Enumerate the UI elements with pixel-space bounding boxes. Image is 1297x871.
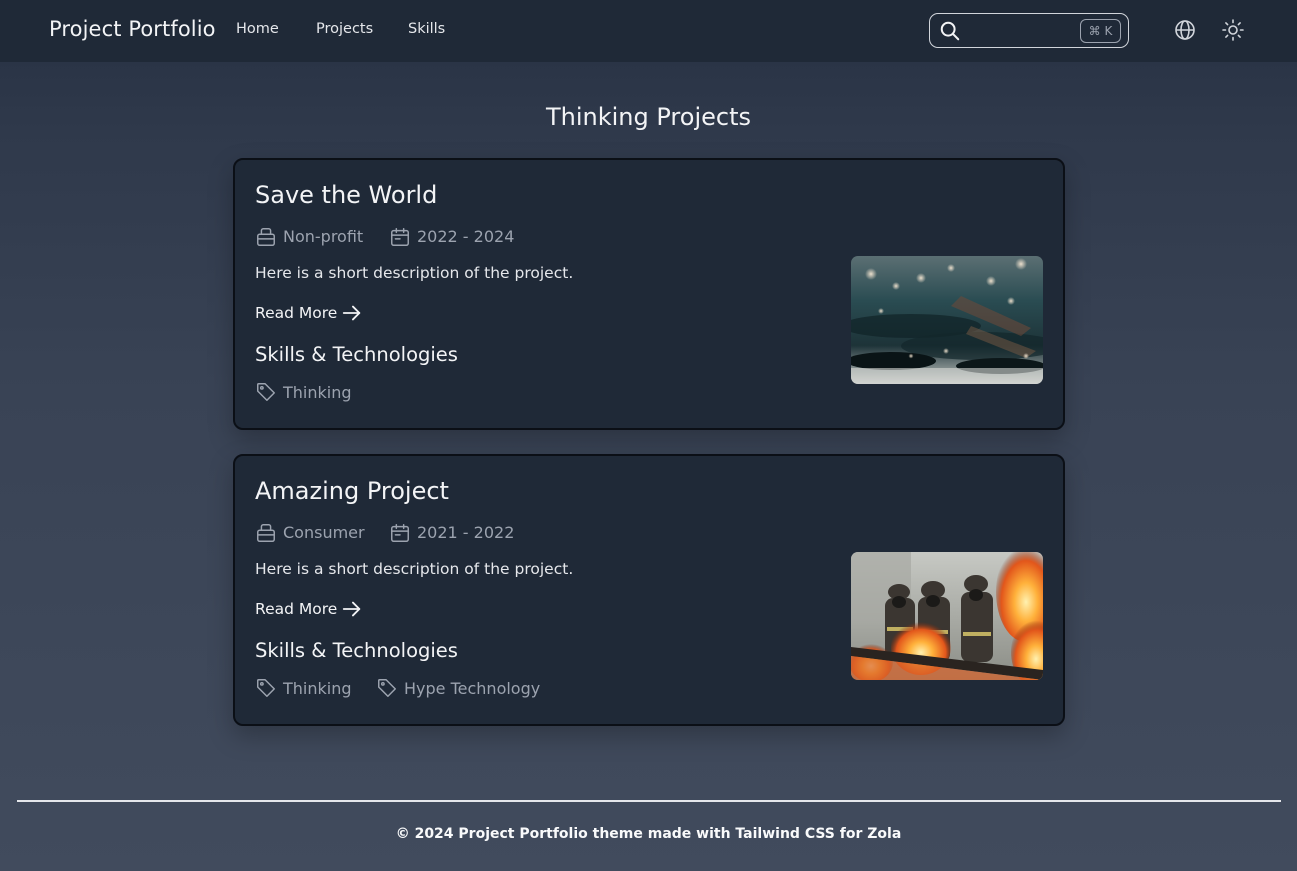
- sun-icon[interactable]: [1221, 18, 1245, 42]
- tag-label: Thinking: [283, 383, 352, 402]
- read-more-label: Read More: [255, 600, 338, 618]
- search-input[interactable]: ⌘ K: [929, 13, 1129, 48]
- brand-link[interactable]: Project Portfolio: [49, 17, 216, 41]
- project-title[interactable]: Amazing Project: [255, 477, 449, 505]
- briefcase-icon: [257, 228, 275, 246]
- tag-label: Hype Technology: [404, 679, 541, 698]
- skills-heading: Skills & Technologies: [255, 343, 458, 366]
- globe-icon[interactable]: [1173, 18, 1197, 42]
- project-card: Amazing Project Consumer 2021 - 2022 Her…: [233, 454, 1065, 726]
- project-image[interactable]: [851, 256, 1043, 384]
- category-label: Consumer: [283, 523, 365, 542]
- footer-divider: [17, 800, 1281, 802]
- nav-projects[interactable]: Projects: [316, 21, 373, 37]
- read-more-label: Read More: [255, 304, 338, 322]
- project-description: Here is a short description of the proje…: [255, 264, 574, 282]
- top-navbar: Project Portfolio Home Projects Skills ⌘…: [0, 0, 1297, 62]
- page-title: Thinking Projects: [545, 103, 751, 131]
- tag-icon: [257, 383, 275, 401]
- calendar-icon: [391, 228, 409, 246]
- arrow-right-icon: [342, 305, 361, 321]
- tag-label: Thinking: [283, 679, 352, 698]
- skills-heading: Skills & Technologies: [255, 639, 458, 662]
- tag-icon: [257, 679, 275, 697]
- search-icon: [939, 20, 961, 46]
- arrow-right-icon: [342, 601, 361, 617]
- project-title[interactable]: Save the World: [255, 181, 437, 209]
- project-image[interactable]: [851, 552, 1043, 680]
- project-card: Save the World Non-profit 2022 - 2024 He…: [233, 158, 1065, 430]
- footer-credit: © 2024 Project Portfolio theme made with…: [395, 826, 902, 842]
- dates-label: 2021 - 2022: [417, 523, 515, 542]
- tag-icon: [378, 679, 396, 697]
- dates-label: 2022 - 2024: [417, 227, 515, 246]
- briefcase-icon: [257, 524, 275, 542]
- nav-skills[interactable]: Skills: [408, 21, 445, 37]
- project-description: Here is a short description of the proje…: [255, 560, 574, 578]
- nav-home[interactable]: Home: [236, 21, 279, 37]
- category-label: Non-profit: [283, 227, 364, 246]
- search-shortcut-hint: ⌘ K: [1080, 19, 1121, 43]
- calendar-icon: [391, 524, 409, 542]
